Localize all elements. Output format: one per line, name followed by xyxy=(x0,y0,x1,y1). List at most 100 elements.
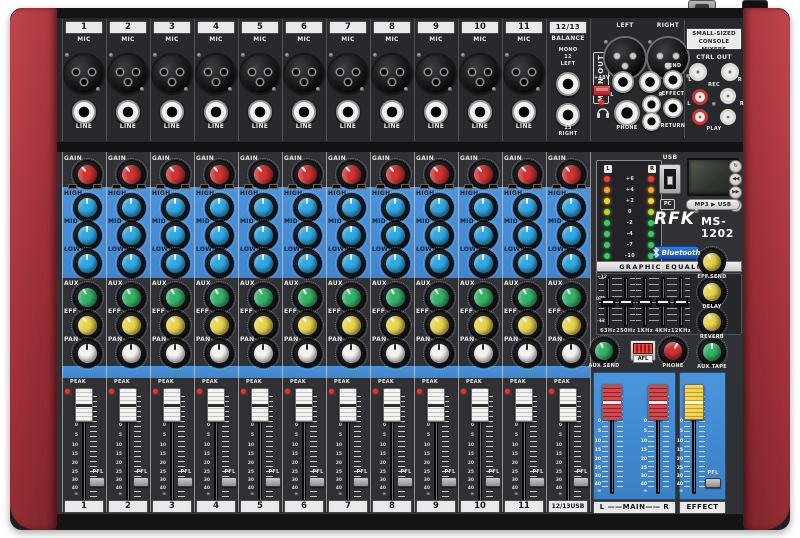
low-knob-strip7[interactable] xyxy=(338,250,365,277)
channel-fader-cap[interactable] xyxy=(559,388,577,422)
channel-fader-cap[interactable] xyxy=(339,388,357,422)
geq-slider-handle[interactable] xyxy=(674,298,688,306)
pfl-button[interactable] xyxy=(529,477,545,487)
prev-icon-button[interactable]: ◀◀ xyxy=(729,173,742,186)
effect-fader-cap[interactable] xyxy=(684,384,704,420)
aux-knob-strip10[interactable] xyxy=(470,284,497,311)
eff-knob-strip4[interactable] xyxy=(206,312,233,339)
geq-slider-handle[interactable] xyxy=(619,298,633,306)
aux-knob-strip8[interactable] xyxy=(382,284,409,311)
low-knob-strip4[interactable] xyxy=(206,250,233,277)
eff-knob-strip2[interactable] xyxy=(118,312,145,339)
high-knob-strip6[interactable] xyxy=(294,194,321,221)
high-knob-strip11[interactable] xyxy=(514,194,541,221)
high-knob-strip1[interactable] xyxy=(74,194,101,221)
pfl-button[interactable] xyxy=(177,477,193,487)
mid-knob-strip1[interactable] xyxy=(74,222,101,249)
aux-knob-strip12[interactable] xyxy=(558,284,585,311)
mid-knob-strip8[interactable] xyxy=(382,222,409,249)
channel-fader-cap[interactable] xyxy=(251,388,269,422)
pan-knob-strip1[interactable] xyxy=(74,340,101,367)
eff-knob-strip3[interactable] xyxy=(162,312,189,339)
eff-knob-strip1[interactable] xyxy=(74,312,101,339)
geq-slider-handle[interactable] xyxy=(638,298,652,306)
usb-port[interactable] xyxy=(659,164,681,194)
aux-knob-strip1[interactable] xyxy=(74,284,101,311)
high-knob-strip8[interactable] xyxy=(382,194,409,221)
mid-knob-strip12[interactable] xyxy=(558,222,585,249)
low-knob-strip12[interactable] xyxy=(558,250,585,277)
pan-knob-strip8[interactable] xyxy=(382,340,409,367)
pfl-button[interactable] xyxy=(573,477,589,487)
pan-knob-strip5[interactable] xyxy=(250,340,277,367)
low-knob-strip11[interactable] xyxy=(514,250,541,277)
low-knob-strip6[interactable] xyxy=(294,250,321,277)
pan-knob-strip6[interactable] xyxy=(294,340,321,367)
high-knob-strip9[interactable] xyxy=(426,194,453,221)
pan-knob-strip10[interactable] xyxy=(470,340,497,367)
channel-fader-cap[interactable] xyxy=(383,388,401,422)
eff-knob-strip11[interactable] xyxy=(514,312,541,339)
mid-knob-strip7[interactable] xyxy=(338,222,365,249)
pfl-button[interactable] xyxy=(309,477,325,487)
main-fader-l-cap[interactable] xyxy=(602,384,622,420)
high-knob-strip10[interactable] xyxy=(470,194,497,221)
mid-knob-strip10[interactable] xyxy=(470,222,497,249)
effect-pfl-button[interactable] xyxy=(705,478,721,488)
eff-knob-strip5[interactable] xyxy=(250,312,277,339)
pan-knob-strip12[interactable] xyxy=(558,340,585,367)
low-knob-strip10[interactable] xyxy=(470,250,497,277)
aux-knob-strip9[interactable] xyxy=(426,284,453,311)
pfl-button[interactable] xyxy=(265,477,281,487)
reverb-knob[interactable] xyxy=(699,309,725,335)
low-knob-strip3[interactable] xyxy=(162,250,189,277)
pan-knob-strip7[interactable] xyxy=(338,340,365,367)
next-icon-button[interactable]: ▶▶ xyxy=(729,186,742,199)
channel-fader-cap[interactable] xyxy=(295,388,313,422)
high-knob-strip2[interactable] xyxy=(118,194,145,221)
channel-fader-cap[interactable] xyxy=(515,388,533,422)
aux-knob-strip4[interactable] xyxy=(206,284,233,311)
channel-fader-cap[interactable] xyxy=(75,388,93,422)
pfl-button[interactable] xyxy=(353,477,369,487)
mid-knob-strip2[interactable] xyxy=(118,222,145,249)
channel-fader-cap[interactable] xyxy=(119,388,137,422)
afl-button[interactable] xyxy=(633,343,653,354)
pan-knob-strip2[interactable] xyxy=(118,340,145,367)
geq-slider-handle[interactable] xyxy=(601,298,615,306)
pfl-button[interactable] xyxy=(221,477,237,487)
pan-knob-strip9[interactable] xyxy=(426,340,453,367)
aux-knob-strip6[interactable] xyxy=(294,284,321,311)
channel-fader-cap[interactable] xyxy=(471,388,489,422)
aux-knob-strip7[interactable] xyxy=(338,284,365,311)
channel-fader-cap[interactable] xyxy=(207,388,225,422)
pfl-button[interactable] xyxy=(89,477,105,487)
mid-knob-strip6[interactable] xyxy=(294,222,321,249)
aux-knob-strip11[interactable] xyxy=(514,284,541,311)
high-knob-strip3[interactable] xyxy=(162,194,189,221)
pfl-button[interactable] xyxy=(441,477,457,487)
eff-knob-strip10[interactable] xyxy=(470,312,497,339)
eff-knob-strip9[interactable] xyxy=(426,312,453,339)
eff-knob-strip6[interactable] xyxy=(294,312,321,339)
mid-knob-strip5[interactable] xyxy=(250,222,277,249)
high-knob-strip7[interactable] xyxy=(338,194,365,221)
aux-knob-strip3[interactable] xyxy=(162,284,189,311)
pfl-button[interactable] xyxy=(133,477,149,487)
eff-knob-strip7[interactable] xyxy=(338,312,365,339)
aux-send-knob[interactable] xyxy=(591,338,617,364)
repeat-icon-button[interactable]: ↻ xyxy=(729,160,742,173)
mid-knob-strip11[interactable] xyxy=(514,222,541,249)
delay-knob[interactable] xyxy=(699,279,725,305)
eff-knob-strip12[interactable] xyxy=(558,312,585,339)
pan-knob-strip3[interactable] xyxy=(162,340,189,367)
mid-knob-strip3[interactable] xyxy=(162,222,189,249)
mid-knob-strip4[interactable] xyxy=(206,222,233,249)
main-fader-r-cap[interactable] xyxy=(648,384,668,420)
pfl-button[interactable] xyxy=(485,477,501,487)
mid-knob-strip9[interactable] xyxy=(426,222,453,249)
high-knob-strip4[interactable] xyxy=(206,194,233,221)
pan-knob-strip11[interactable] xyxy=(514,340,541,367)
aux-tape-knob[interactable] xyxy=(699,339,725,365)
low-knob-strip9[interactable] xyxy=(426,250,453,277)
